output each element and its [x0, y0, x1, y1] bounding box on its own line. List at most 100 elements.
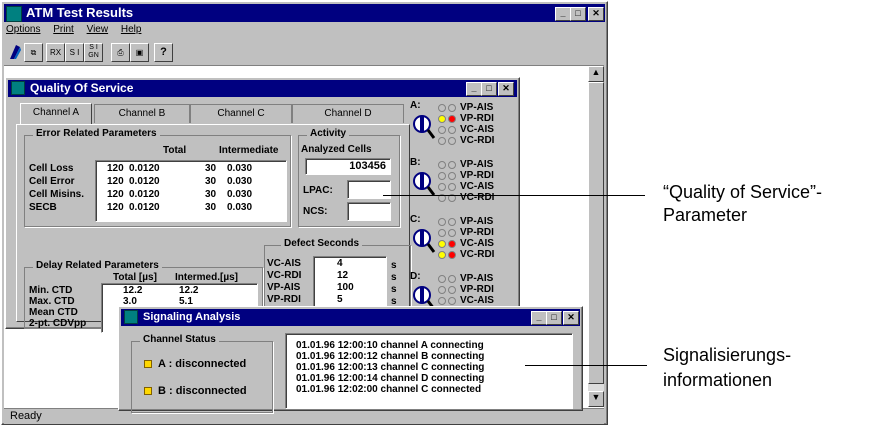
qos-minimize-button[interactable]: _: [466, 82, 482, 96]
error-row-value: 0.0120: [129, 163, 160, 174]
defect-row-label: VP-AIS: [267, 282, 301, 293]
alarm-led-red: [448, 115, 456, 123]
alarm-label: VC-AIS: [460, 181, 494, 192]
minimize-button[interactable]: _: [555, 7, 571, 21]
signaling-close-button[interactable]: ✕: [563, 311, 579, 325]
delay-header-intermediate: Intermed.[µs]: [175, 272, 238, 283]
defect-row-unit: s: [391, 284, 397, 295]
ncs-field: [347, 202, 391, 221]
error-row-value: 120: [107, 176, 124, 187]
error-row-label: Cell Loss: [29, 163, 74, 174]
log-line: 01.01.96 12:00:12 channel B connecting: [296, 351, 485, 362]
error-row-label: SECB: [29, 202, 57, 213]
menu-help[interactable]: Help: [121, 24, 142, 35]
alarm-led-yellow: [438, 183, 446, 191]
alarm-label: VC-RDI: [460, 249, 495, 260]
analyzed-cells-label: Analyzed Cells: [301, 144, 372, 155]
alarm-led-red: [448, 104, 456, 112]
log-line: 01.01.96 12:00:10 channel A connecting: [296, 340, 484, 351]
alarm-label: VP-AIS: [460, 273, 494, 284]
help-icon[interactable]: ?: [154, 43, 173, 62]
alarm-led-red: [448, 218, 456, 226]
alarm-led-red: [448, 229, 456, 237]
alarm-led-red: [448, 286, 456, 294]
alarm-led-yellow: [438, 275, 446, 283]
menu-view[interactable]: View: [87, 24, 109, 35]
save-icon[interactable]: ▣: [130, 43, 149, 62]
status-channel-a: A : disconnected: [158, 358, 247, 370]
app-icon: [6, 6, 22, 22]
alarm-label: VP-RDI: [460, 170, 494, 181]
alarm-label: VC-AIS: [460, 124, 494, 135]
alarm-label: VC-AIS: [460, 295, 494, 306]
signaling-titlebar[interactable]: Signaling Analysis _ □ ✕: [121, 309, 580, 326]
rx-icon[interactable]: RX: [46, 43, 65, 62]
scroll-thumb[interactable]: [588, 82, 604, 384]
main-titlebar[interactable]: ATM Test Results _ □ ✕: [4, 4, 605, 22]
tab-channel-b[interactable]: Channel B: [94, 104, 190, 123]
qos-window-icon: [11, 81, 25, 95]
alarm-label: VP-AIS: [460, 216, 494, 227]
error-row-value: 120: [107, 189, 124, 200]
error-row-label: Cell Error: [29, 176, 75, 187]
status-led-a: [144, 360, 152, 368]
qos-titlebar[interactable]: Quality Of Service _ □ ✕: [8, 80, 517, 97]
maximize-button[interactable]: □: [570, 7, 586, 21]
status-led-b: [144, 387, 152, 395]
defect-row-value: 5: [337, 294, 343, 305]
signaling-maximize-button[interactable]: □: [546, 311, 562, 325]
qos-title: Quality Of Service: [30, 81, 134, 95]
alarm-led-red: [448, 137, 456, 145]
error-row-value: 120: [107, 163, 124, 174]
scroll-down-button[interactable]: ▼: [588, 391, 604, 407]
defect-row-value: 100: [337, 282, 354, 293]
activity-group: Activity Analyzed Cells 103456 LPAC: NCS…: [298, 128, 400, 227]
defect-row-unit: s: [391, 272, 397, 283]
error-header-total: Total: [163, 145, 187, 156]
alarm-led-yellow: [438, 161, 446, 169]
delay-row-label: Min. CTD: [29, 285, 73, 296]
error-row-value: 0.030: [227, 202, 253, 213]
qos-maximize-button[interactable]: □: [481, 82, 497, 96]
tab-channel-a[interactable]: Channel A: [20, 103, 92, 124]
alarm-channel-label: C:: [410, 214, 421, 225]
alarm-led-yellow: [438, 229, 446, 237]
signaling-minimize-button[interactable]: _: [531, 311, 547, 325]
alarm-led-yellow: [438, 137, 446, 145]
error-row-value: 0.0120: [129, 202, 160, 213]
channel-status-title: Channel Status: [140, 334, 219, 345]
alarm-channel-label: D:: [410, 271, 421, 282]
qos-annotation-text-1: “Quality of Service”-: [663, 182, 823, 202]
alarm-channel-label: A:: [410, 100, 421, 111]
tab-channel-d[interactable]: Channel D: [292, 104, 404, 123]
lpac-label: LPAC:: [303, 185, 333, 196]
vertical-scrollbar[interactable]: ▲ ▼: [588, 66, 604, 407]
defect-row-unit: s: [391, 260, 397, 271]
signaling-title: Signaling Analysis: [143, 311, 241, 323]
signaling-log[interactable]: 01.01.96 12:00:10 channel A connecting 01…: [285, 333, 573, 409]
alarm-label: VC-RDI: [460, 192, 495, 203]
scroll-up-button[interactable]: ▲: [588, 66, 604, 82]
si-icon[interactable]: S I: [65, 43, 84, 62]
error-row-value: 30: [205, 202, 217, 213]
alarm-led-red: [448, 275, 456, 283]
qos-close-button[interactable]: ✕: [498, 82, 514, 96]
defect-row-label: VP-RDI: [267, 294, 301, 305]
error-row-value: 0.030: [227, 176, 253, 187]
error-params-group: Error Related Parameters Total Intermedi…: [24, 128, 291, 227]
magnifier-icon: [412, 114, 436, 140]
menu-options[interactable]: Options: [6, 24, 40, 35]
tab-channel-c[interactable]: Channel C: [190, 104, 292, 123]
alarm-led-yellow: [438, 104, 446, 112]
error-row-label: Cell Misins.: [29, 189, 85, 200]
print-icon[interactable]: ⎙: [111, 43, 130, 62]
close-button[interactable]: ✕: [588, 7, 604, 21]
copy-icon[interactable]: ⧉: [24, 43, 43, 62]
menu-print[interactable]: Print: [53, 24, 74, 35]
sign-icon[interactable]: S I GN: [84, 43, 103, 62]
delay-row-total: 12.2: [123, 285, 143, 296]
signaling-window: Signaling Analysis _ □ ✕ Channel Status …: [118, 306, 583, 413]
delay-row-label: 2-pt. CDVpp: [29, 318, 87, 329]
delay-row-intermediate: 12.2: [179, 285, 199, 296]
main-title: ATM Test Results: [26, 5, 134, 20]
